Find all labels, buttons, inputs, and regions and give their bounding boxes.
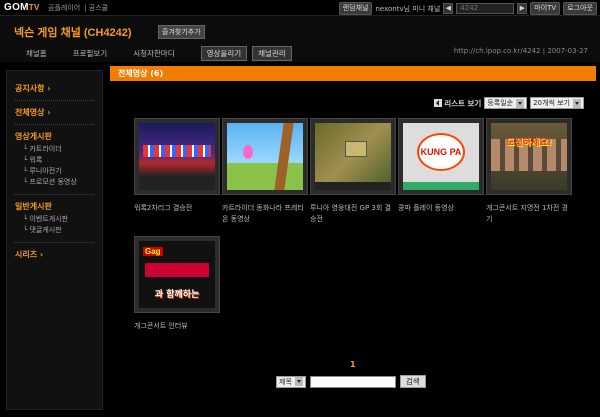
top-nav-gomplayer[interactable]: 곰플레이어 [48,4,80,12]
video-card[interactable]: KUNG PA 쿵파 플레이 동영상 [398,118,484,214]
video-card[interactable]: Gag 과 함께하는 개그콘서트 인터뷰 [134,236,220,332]
video-thumbnail[interactable] [134,118,220,195]
video-thumbnail[interactable]: Gag 과 함께하는 [134,236,220,313]
channel-manage-button[interactable]: 채널관리 [252,46,292,61]
per-page-select[interactable]: 20개씩 보기 [530,97,584,109]
divider [15,242,94,243]
sidebar-general-board[interactable]: 일반게시판 [15,201,94,212]
video-caption[interactable]: 워록2차리그 결승전 [134,203,220,214]
logout-button[interactable]: 로그아웃 [563,2,597,15]
sidebar-video-board[interactable]: 영상게시판 [15,131,94,142]
channel-header: 넥슨 게임 채널 (CH4242) 즐겨찾기추가 채널홈 프로필보기 시청자한마… [0,16,600,62]
channel-title: 넥슨 게임 채널 (CH4242) [14,27,132,39]
divider [15,100,94,101]
add-favorite-button[interactable]: 즐겨찾기추가 [158,25,205,39]
menu-viewer-comments[interactable]: 시청자한마디 [133,48,174,59]
video-thumbnail[interactable]: 도전하세요! [486,118,572,195]
next-channel-icon[interactable]: ▶ [517,3,528,14]
my-tv-button[interactable]: 마이TV [530,2,561,15]
video-caption[interactable]: 개그콘서트 인터뷰 [134,321,220,332]
menu-channel-home[interactable]: 채널홈 [26,48,47,59]
upload-video-button[interactable]: 영상올리기 [200,46,248,61]
video-caption[interactable]: 쿵파 플레이 동영상 [398,203,484,214]
prev-channel-icon[interactable]: ◀ [443,3,454,14]
search-button[interactable]: 검색 [399,375,426,388]
list-view-icon [434,99,443,107]
sidebar-item-kartrider[interactable]: └ 카트라이더 [15,144,94,155]
video-card[interactable]: 카트라이더 동화나라 프레티온 동영상 [222,118,308,225]
video-caption[interactable]: 개그콘서트 지명전 1차전 경기 [486,203,572,225]
chevron-down-icon [573,98,581,108]
top-nav-gomschool[interactable]: 곰스쿨 [89,4,108,12]
list-toolbar: 리스트 보기 등록일순 20개씩 보기 [434,97,584,109]
sidebar-item-promotion[interactable]: └ 프로모션 동영상 [15,177,94,188]
sidebar-item-lunia[interactable]: └ 루니아전기 [15,166,94,177]
search-row: 제목 검색 [276,375,426,388]
channel-url: http://ch.ipop.co.kr/4242 | 2007-03-27 [453,47,588,55]
video-caption[interactable]: 카트라이더 동화나라 프레티온 동영상 [222,203,308,225]
chevron-down-icon [516,98,525,108]
video-thumbnail[interactable]: KUNG PA [398,118,484,195]
divider [15,124,94,125]
sidebar-notice[interactable]: 공지사항 › [15,83,94,94]
channel-menu: 채널홈 프로필보기 시청자한마디 영상올리기 채널관리 [26,46,297,61]
list-view-toggle[interactable]: 리스트 보기 [434,98,481,109]
sidebar-all-videos[interactable]: 전체영상 › [15,107,94,118]
search-input[interactable] [309,375,396,388]
sidebar-item-comments[interactable]: └ 댓글게시판 [15,225,94,236]
page-number[interactable]: 1 [350,360,356,369]
sidebar: 공지사항 › 전체영상 › 영상게시판 └ 카트라이더 └ 워록 └ 루니아전기… [6,70,103,410]
video-thumbnail[interactable] [310,118,396,195]
video-card[interactable]: 루니아 영웅대전 GP 3회 결승전 [310,118,396,225]
sidebar-item-warrock[interactable]: └ 워록 [15,155,94,166]
all-videos-tab-bar: 전체영상 (6) [110,66,596,81]
chevron-down-icon [294,377,303,386]
divider [15,194,94,195]
top-nav: 곰플레이어 | 곰스쿨 [48,4,109,12]
user-channel-label[interactable]: nexontv님 미니 채널 [375,4,440,14]
sort-select[interactable]: 등록일순 [484,97,528,109]
video-card[interactable]: 도전하세요! 개그콘서트 지명전 1차전 경기 [486,118,572,225]
all-videos-title: 전체영상 (6) [118,69,164,78]
top-right-controls: 랜덤채널 nexontv님 미니 채널 ◀ 4242 ▶ 마이TV 로그아웃 [338,2,597,15]
video-caption[interactable]: 루니아 영웅대전 GP 3회 결승전 [310,203,396,225]
gomtv-logo[interactable]: GOMTV [4,2,40,13]
video-card[interactable]: 워록2차리그 결승전 [134,118,220,214]
channel-number-input[interactable]: 4242 [456,3,515,14]
sidebar-series[interactable]: 시리즈 › [15,249,94,260]
top-bar: GOMTV 곰플레이어 | 곰스쿨 랜덤채널 nexontv님 미니 채널 ◀ 4… [0,0,600,16]
menu-profile[interactable]: 프로필보기 [73,48,108,59]
random-channel-button[interactable]: 랜덤채널 [338,2,373,15]
main-content: 전체영상 (6) 리스트 보기 등록일순 20개씩 보기 워록2차리그 결승전 … [110,66,596,412]
video-thumbnail[interactable] [222,118,308,195]
sidebar-item-event[interactable]: └ 이벤트게시판 [15,214,94,225]
search-field-select[interactable]: 제목 [276,375,306,388]
